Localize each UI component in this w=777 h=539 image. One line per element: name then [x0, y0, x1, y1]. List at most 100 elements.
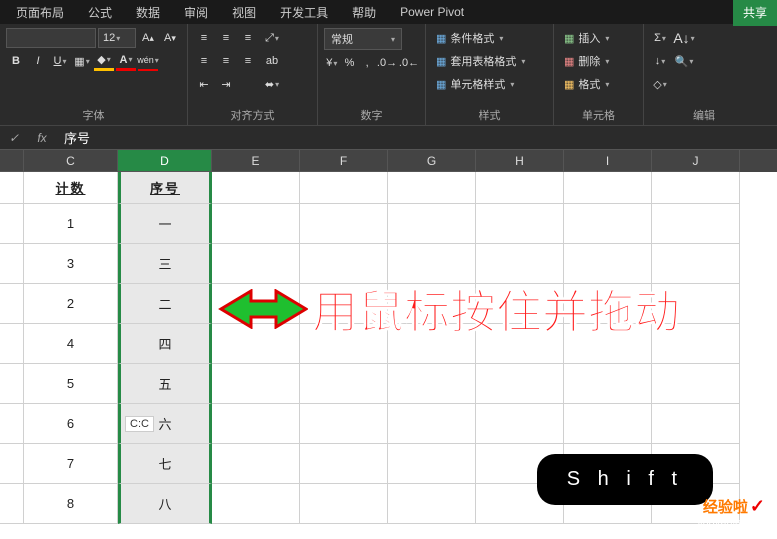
cell[interactable]: 7 [24, 444, 118, 484]
formula-check-icon[interactable]: ✓ [0, 131, 28, 145]
decrease-font-icon[interactable]: A▾ [160, 28, 180, 48]
bold-icon[interactable]: B [6, 51, 26, 71]
cell[interactable] [652, 204, 740, 244]
cell[interactable] [212, 484, 300, 524]
tab-review[interactable]: 审阅 [172, 0, 220, 25]
cell[interactable] [476, 172, 564, 204]
cell[interactable] [212, 444, 300, 484]
cell[interactable] [652, 244, 740, 284]
increase-decimal-icon[interactable]: .0→ [377, 53, 397, 73]
font-name-selector[interactable] [6, 28, 96, 48]
fill-color-icon[interactable]: ◆▾ [94, 51, 114, 71]
cell[interactable] [300, 324, 388, 364]
cell[interactable] [388, 484, 476, 524]
cell[interactable]: 五 [118, 364, 212, 404]
col-header-f[interactable]: F [300, 150, 388, 172]
conditional-format-button[interactable]: ▦条件格式▾ [432, 28, 547, 48]
cell[interactable] [476, 244, 564, 284]
clear-icon[interactable]: ◇▾ [650, 74, 670, 94]
cell[interactable]: C:C六 [118, 404, 212, 444]
cell[interactable] [564, 364, 652, 404]
cell[interactable] [212, 172, 300, 204]
cell[interactable] [652, 172, 740, 204]
row-header[interactable] [0, 484, 24, 524]
delete-button[interactable]: ▦删除▾ [560, 51, 637, 71]
row-header[interactable] [0, 204, 24, 244]
col-header-j[interactable]: J [652, 150, 740, 172]
tab-developer[interactable]: 开发工具 [268, 0, 340, 25]
align-bottom-icon[interactable]: ≡ [238, 28, 258, 48]
align-center-icon[interactable]: ≡ [216, 51, 236, 71]
indent-left-icon[interactable]: ⇤ [194, 74, 214, 94]
align-right-icon[interactable]: ≡ [238, 51, 258, 71]
cell[interactable] [652, 404, 740, 444]
row-header[interactable] [0, 172, 24, 204]
cell[interactable] [388, 444, 476, 484]
cell[interactable] [564, 172, 652, 204]
col-header-e[interactable]: E [212, 150, 300, 172]
cell[interactable] [300, 484, 388, 524]
cell[interactable]: 1 [24, 204, 118, 244]
find-select-icon[interactable]: 🔍▾ [674, 51, 694, 71]
row-header[interactable] [0, 324, 24, 364]
cell[interactable] [388, 284, 476, 324]
cell[interactable]: 二 [118, 284, 212, 324]
fx-icon[interactable]: fx [28, 131, 56, 145]
cell[interactable] [212, 284, 300, 324]
cell[interactable]: 2 [24, 284, 118, 324]
decrease-decimal-icon[interactable]: .0← [399, 53, 419, 73]
indent-right-icon[interactable]: ⇥ [216, 74, 236, 94]
row-header[interactable] [0, 444, 24, 484]
cell[interactable] [564, 404, 652, 444]
cell[interactable] [212, 324, 300, 364]
tab-help[interactable]: 帮助 [340, 0, 388, 25]
cell[interactable]: 3 [24, 244, 118, 284]
tab-layout[interactable]: 页面布局 [4, 0, 76, 25]
cell[interactable]: 一 [118, 204, 212, 244]
merge-icon[interactable]: ⬌▾ [262, 74, 282, 94]
cell[interactable] [564, 244, 652, 284]
cell[interactable] [300, 444, 388, 484]
align-top-icon[interactable]: ≡ [194, 28, 214, 48]
cell-style-button[interactable]: ▦单元格样式▾ [432, 74, 547, 94]
cell[interactable] [300, 244, 388, 284]
wrap-text-icon[interactable]: ab [262, 51, 282, 71]
cell[interactable] [388, 364, 476, 404]
row-header[interactable] [0, 364, 24, 404]
align-middle-icon[interactable]: ≡ [216, 28, 236, 48]
cell[interactable] [564, 284, 652, 324]
cell[interactable] [212, 204, 300, 244]
cell[interactable] [388, 204, 476, 244]
cell[interactable] [212, 364, 300, 404]
cell[interactable]: 序号 [118, 172, 212, 204]
tab-formulas[interactable]: 公式 [76, 0, 124, 25]
cell[interactable] [564, 204, 652, 244]
font-size-selector[interactable]: 12▾ [98, 28, 136, 48]
cell[interactable]: 5 [24, 364, 118, 404]
comma-icon[interactable]: , [359, 53, 375, 73]
cell[interactable] [476, 204, 564, 244]
share-button[interactable]: 共享 [733, 0, 777, 26]
number-format-selector[interactable]: 常规▾ [324, 28, 402, 50]
cell[interactable]: 计数 [24, 172, 118, 204]
col-header-d[interactable]: D [118, 150, 212, 172]
font-color-icon[interactable]: A▾ [116, 51, 136, 71]
cell[interactable] [652, 324, 740, 364]
cell[interactable]: 八 [118, 484, 212, 524]
cell[interactable] [652, 284, 740, 324]
cell[interactable]: 4 [24, 324, 118, 364]
sort-filter-icon[interactable]: A↓▾ [674, 28, 694, 48]
format-button[interactable]: ▦格式▾ [560, 74, 637, 94]
cell[interactable] [388, 404, 476, 444]
cell[interactable] [212, 404, 300, 444]
percent-icon[interactable]: % [342, 53, 358, 73]
cell[interactable] [300, 204, 388, 244]
phonetic-icon[interactable]: wén▾ [138, 51, 158, 71]
cell[interactable]: 三 [118, 244, 212, 284]
tab-power-pivot[interactable]: Power Pivot [388, 1, 476, 23]
cell[interactable] [652, 364, 740, 404]
tab-data[interactable]: 数据 [124, 0, 172, 25]
row-header[interactable] [0, 244, 24, 284]
cell[interactable] [300, 284, 388, 324]
cell[interactable]: 四 [118, 324, 212, 364]
